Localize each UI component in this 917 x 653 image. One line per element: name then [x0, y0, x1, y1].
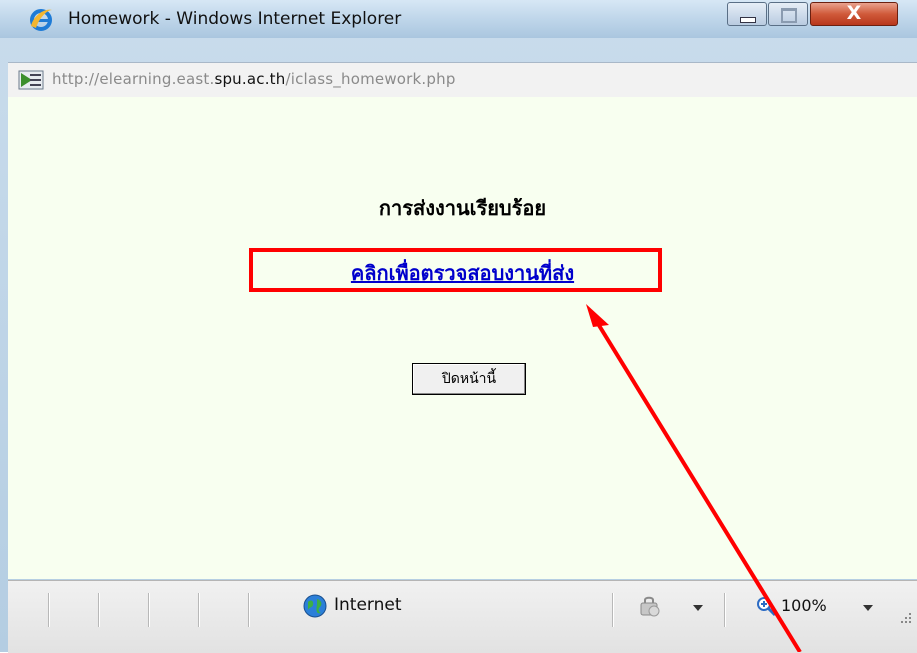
browser-window: Homework - Windows Internet Explorer X h… [0, 0, 917, 653]
resize-grip-icon[interactable] [895, 607, 913, 625]
url-domain: spu.ac.th [214, 70, 286, 88]
status-separator [248, 593, 249, 627]
chevron-down-icon[interactable] [863, 605, 873, 611]
highlight-box [249, 248, 662, 292]
status-bar: Internet 100% [8, 580, 917, 653]
security-zone-label[interactable]: Internet [334, 595, 402, 615]
page-content: การส่งงานเรียบร้อย คลิกเพื่อตรวจสอบงานที… [8, 97, 917, 579]
status-separator [724, 593, 725, 627]
status-separator [198, 593, 199, 627]
zoom-magnifier-icon[interactable] [755, 595, 777, 617]
internet-zone-globe-icon [303, 594, 327, 618]
status-separator [612, 593, 613, 627]
status-separator [48, 593, 49, 627]
url-text[interactable]: http://elearning.east.spu.ac.th/iclass_h… [52, 70, 456, 88]
protected-mode-icon[interactable] [638, 595, 662, 619]
page-icon [18, 70, 44, 90]
zoom-level[interactable]: 100% [781, 596, 827, 615]
maximize-button[interactable] [768, 2, 808, 26]
url-suffix: /iclass_homework.php [285, 70, 456, 88]
close-window-button[interactable]: X [810, 2, 898, 26]
chevron-down-icon[interactable] [693, 605, 703, 611]
url-prefix: http://elearning.east. [52, 70, 215, 88]
status-separator [148, 593, 149, 627]
internet-explorer-icon [30, 9, 52, 31]
close-page-button[interactable]: ปิดหน้านี้ [412, 363, 526, 395]
window-title: Homework - Windows Internet Explorer [68, 9, 402, 29]
address-bar[interactable]: http://elearning.east.spu.ac.th/iclass_h… [8, 62, 917, 98]
status-separator [98, 593, 99, 627]
minimize-button[interactable] [727, 2, 767, 26]
title-bar[interactable]: Homework - Windows Internet Explorer X [0, 0, 917, 38]
submission-success-heading: การส่งงานเรียบร้อย [378, 196, 547, 220]
close-icon: X [846, 2, 862, 24]
